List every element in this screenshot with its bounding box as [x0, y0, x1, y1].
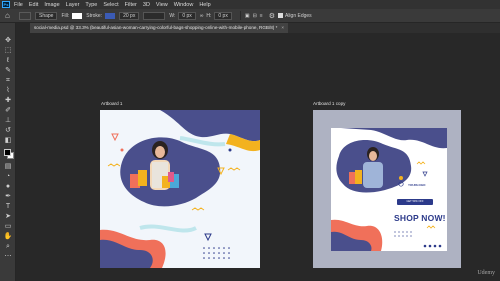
document-tab[interactable]: social-media.psd @ 33.3% (beautiful-asia… — [30, 23, 289, 33]
clone-stamp-tool-icon[interactable]: ⊥ — [3, 117, 13, 125]
stroke-label: Stroke: — [86, 12, 103, 19]
path-alignment-icon[interactable]: ⊟ — [253, 13, 257, 19]
udemy-watermark: Udemy — [477, 270, 495, 276]
move-tool-icon[interactable]: ✥ — [3, 37, 13, 45]
woman-face — [155, 146, 165, 158]
bottom-aqua-stroke — [139, 224, 197, 233]
social-post-artwork — [331, 128, 447, 251]
zigzag-decoration — [107, 163, 121, 167]
options-bar: ⌂ Shape Fill: Stroke: 20 px W: 0 px ∞ H:… — [0, 9, 500, 23]
card-dot-grid — [394, 231, 412, 237]
card-dot — [399, 176, 403, 180]
history-brush-tool-icon[interactable]: ↺ — [3, 127, 13, 135]
brand-logo-text: YOURLOGO — [408, 183, 426, 187]
height-label: H: — [206, 12, 212, 19]
shape-mode-select[interactable]: Shape — [35, 11, 58, 20]
dodge-tool-icon[interactable]: ● — [3, 183, 13, 191]
triangle-decoration — [111, 133, 119, 142]
menu-file[interactable]: File — [14, 2, 23, 8]
divider — [239, 11, 241, 20]
card-social-icons — [423, 244, 442, 248]
fill-swatch[interactable] — [72, 12, 83, 19]
fill-label: Fill: — [61, 12, 70, 19]
menu-type[interactable]: Type — [85, 2, 97, 8]
artboard-1-artwork — [100, 110, 260, 268]
menu-select[interactable]: Select — [103, 2, 118, 8]
pink-bag — [168, 172, 174, 182]
dot-decoration-2 — [228, 148, 232, 152]
gradient-tool-icon[interactable]: ▤ — [3, 163, 13, 171]
path-arrangement-icon[interactable]: ≡ — [260, 13, 263, 19]
menu-layer[interactable]: Layer — [66, 2, 80, 8]
align-edges-label: Align Edges — [284, 12, 312, 19]
home-icon[interactable]: ⌂ — [5, 11, 13, 20]
menu-image[interactable]: Image — [44, 2, 59, 8]
shop-now-headline: SHOP NOW! — [394, 213, 446, 223]
rectangle-tool-icon[interactable]: ▭ — [3, 223, 13, 231]
center-blob-shape — [120, 137, 221, 207]
artboard-2-label[interactable]: Artboard 1 copy — [313, 101, 345, 106]
triangle-decoration-2 — [204, 233, 212, 242]
brush-tool-icon[interactable]: ✐ — [3, 107, 13, 115]
path-selection-tool-icon[interactable]: ➤ — [3, 213, 13, 221]
path-operations-icon[interactable]: ▣ — [245, 13, 250, 19]
stroke-type-select[interactable] — [143, 11, 166, 20]
yellow-bag — [138, 170, 147, 186]
pen-tool-icon[interactable]: ✒ — [3, 193, 13, 201]
lasso-tool-icon[interactable]: ℓ — [3, 57, 13, 65]
top-wave-shape — [160, 110, 260, 142]
stroke-size-field[interactable]: 20 px — [119, 11, 140, 20]
document-tab-bar: social-media.psd @ 33.3% (beautiful-asia… — [30, 23, 500, 33]
type-tool-icon[interactable]: T — [3, 203, 13, 211]
height-field[interactable]: 0 px — [214, 11, 232, 20]
width-field[interactable]: 0 px — [178, 11, 196, 20]
align-edges-checkbox[interactable] — [277, 13, 283, 18]
blur-tool-icon[interactable]: ◔ — [3, 173, 13, 181]
social-post-card: YOURLOGO GET 50% OFF SHOP NOW! — [331, 128, 447, 251]
quick-select-tool-icon[interactable]: ✎ — [3, 67, 13, 75]
gear-icon[interactable]: ⚙ — [269, 12, 275, 20]
menu-help[interactable]: Help — [199, 2, 210, 8]
menu-edit[interactable]: Edit — [29, 2, 38, 8]
eyedropper-tool-icon[interactable]: ⌇ — [3, 87, 13, 95]
marquee-tool-icon[interactable]: ⬚ — [3, 47, 13, 55]
eraser-tool-icon[interactable]: ◧ — [3, 137, 13, 145]
artboard-1[interactable] — [100, 110, 260, 268]
card-zigzag-2 — [426, 225, 436, 229]
zigzag-decoration-2 — [227, 167, 241, 171]
dot-grid — [203, 247, 230, 259]
card-zigzag — [416, 161, 426, 165]
dot-decoration — [120, 148, 124, 152]
card-woman-shirt — [363, 162, 383, 188]
crop-tool-icon[interactable]: ⌗ — [3, 77, 13, 85]
tools-panel: ✥ ⬚ ℓ ✎ ⌗ ⌇ ✚ ✐ ⊥ ↺ ◧ ▤ ◔ ● ✒ T ➤ ▭ ✋ ⌕ … — [0, 23, 16, 281]
aqua-stroke-shape — [179, 136, 226, 147]
card-woman-face — [369, 151, 377, 161]
offer-pill: GET 50% OFF — [397, 199, 433, 205]
menu-filter[interactable]: Filter — [125, 2, 137, 8]
healing-brush-tool-icon[interactable]: ✚ — [3, 97, 13, 105]
artboard-1-label[interactable]: Artboard 1 — [101, 101, 122, 106]
document-tab-title: social-media.psd @ 33.3% (beautiful-asia… — [34, 25, 278, 30]
menu-bar: Ps File Edit Image Layer Type Select Fil… — [0, 0, 500, 9]
close-icon[interactable]: × — [281, 25, 284, 30]
zigzag-decoration-3 — [191, 207, 205, 211]
photoshop-logo-icon: Ps — [2, 1, 10, 8]
stroke-swatch[interactable] — [105, 12, 116, 19]
link-icon[interactable]: ∞ — [200, 13, 204, 19]
zoom-tool-icon[interactable]: ⌕ — [3, 243, 13, 251]
foreground-color-swatch[interactable] — [4, 149, 11, 156]
hand-tool-icon[interactable]: ✋ — [3, 233, 13, 241]
menu-view[interactable]: View — [156, 2, 168, 8]
card-triangle — [422, 171, 428, 177]
width-label: W: — [169, 12, 176, 19]
tool-preset-picker[interactable] — [19, 11, 31, 20]
more-tools-icon[interactable]: ⋯ — [3, 253, 13, 261]
menu-window[interactable]: Window — [174, 2, 194, 8]
card-yellow-bag — [355, 170, 362, 184]
menu-3d[interactable]: 3D — [143, 2, 150, 8]
artboard-2[interactable]: YOURLOGO GET 50% OFF SHOP NOW! — [313, 110, 461, 268]
